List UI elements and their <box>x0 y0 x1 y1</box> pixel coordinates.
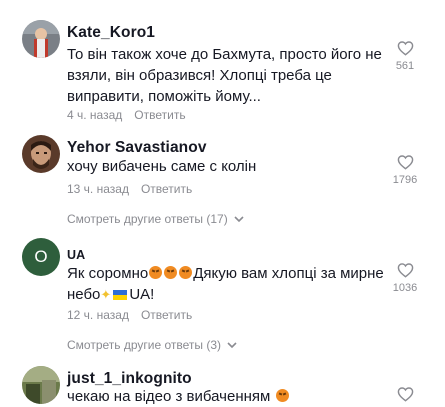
like-button[interactable] <box>392 386 418 402</box>
view-more-replies-label: Смотреть другие ответы (17) <box>67 212 228 226</box>
angry-face-emoji <box>179 266 193 279</box>
comment-time: 13 ч. назад <box>67 182 129 196</box>
like-button[interactable]: 561 <box>392 40 418 72</box>
like-count: 1036 <box>392 282 418 294</box>
avatar[interactable]: O <box>22 238 60 276</box>
comment-username[interactable]: Kate_Koro1 <box>67 24 155 42</box>
comment-text-part: чекаю на відео з вибаченням <box>67 388 271 405</box>
comment-username[interactable]: UA <box>67 248 85 262</box>
ukraine-flag <box>113 290 128 300</box>
heart-outline-icon <box>397 41 413 56</box>
view-more-replies[interactable]: Смотреть другие ответы (17) <box>67 212 244 226</box>
like-button[interactable]: 1796 <box>392 154 418 186</box>
comment-meta: 4 ч. назад Ответить <box>67 108 186 122</box>
comment-text: чекаю на відео з вибаченням <box>67 386 389 407</box>
angry-face-emoji <box>275 389 289 402</box>
reply-button[interactable]: Ответить <box>134 108 185 122</box>
comment-text-part: Як соромно <box>67 265 149 282</box>
angry-face-emoji <box>164 266 178 279</box>
heart-outline-icon <box>397 155 413 170</box>
comment-text: хочу вибачень саме с колін <box>67 158 257 175</box>
comment-time: 4 ч. назад <box>67 108 123 122</box>
reply-button[interactable]: Ответить <box>141 308 192 322</box>
like-count: 561 <box>395 60 415 72</box>
comment-text: Як соромно Дякую вам хлопці за мирне небо… <box>67 263 389 305</box>
avatar[interactable] <box>22 366 60 404</box>
heart-outline-icon <box>397 387 413 402</box>
pray-emoji: ✦ <box>100 287 112 302</box>
avatar[interactable] <box>22 135 60 173</box>
heart-outline-icon <box>397 263 413 278</box>
comment-text-part: UA! <box>129 286 155 303</box>
avatar[interactable] <box>22 20 60 58</box>
comment-meta: 12 ч. назад Ответить <box>67 308 192 322</box>
comment-meta: 13 ч. назад Ответить <box>67 182 192 196</box>
comment-time: 12 ч. назад <box>67 308 129 322</box>
chevron-down-icon <box>234 215 244 222</box>
avatar-letter: O <box>34 247 48 266</box>
view-more-replies[interactable]: Смотреть другие ответы (3) <box>67 338 237 352</box>
comment-username[interactable]: Yehor Savastianov <box>67 139 207 157</box>
reply-button[interactable]: Ответить <box>141 182 192 196</box>
view-more-replies-label: Смотреть другие ответы (3) <box>67 338 222 352</box>
like-button[interactable]: 1036 <box>392 262 418 294</box>
like-count: 1796 <box>392 174 418 186</box>
angry-face-emoji <box>149 266 163 279</box>
chevron-down-icon <box>227 341 237 348</box>
comment-text: То він також хоче до Бахмута, просто йог… <box>67 46 382 105</box>
